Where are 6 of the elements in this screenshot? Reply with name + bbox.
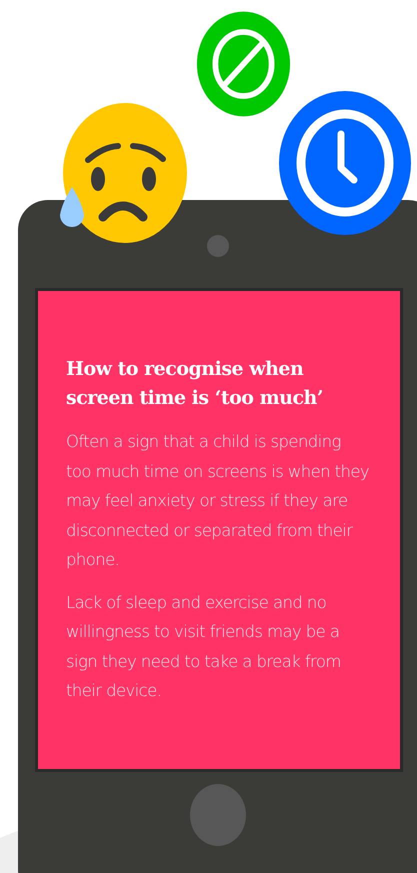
camera-dot	[207, 235, 229, 257]
card-paragraph: Often a sign that a child is spending too much time on screens is when they may feel anxiety or stress if they are disconnected or separated from their phone.	[66, 431, 370, 571]
prohibited-icon	[195, 10, 292, 118]
card-paragraph: Lack of sleep and exercise and no willingness to visit friends may be a sign they need to take a break from their device.	[66, 592, 342, 702]
card-title: How to recognise when screen time is ‘too much’	[66, 357, 324, 411]
clock-icon	[278, 90, 412, 236]
